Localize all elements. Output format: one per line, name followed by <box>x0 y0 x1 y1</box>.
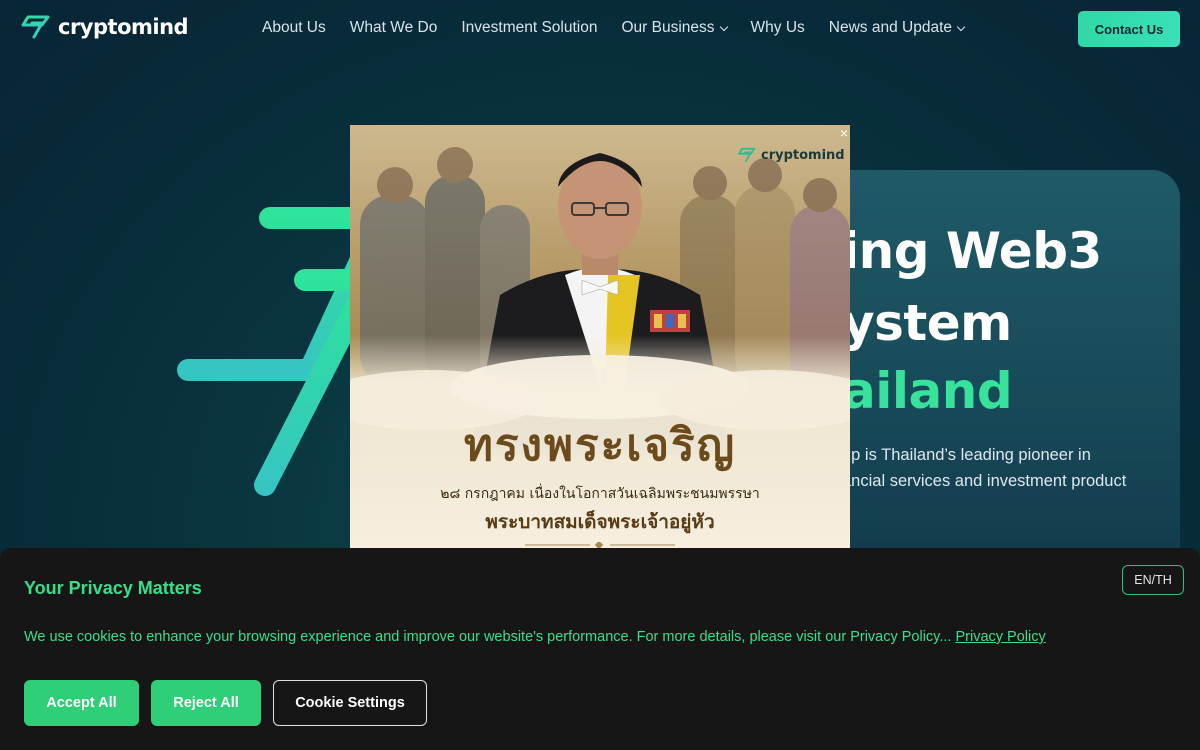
nav-what-we-do[interactable]: What We Do <box>350 19 438 37</box>
brand-name: cryptomind <box>58 15 189 39</box>
cryptomind-logo-icon <box>738 147 756 163</box>
announcement-popup: cryptomind ทรงพระเจริญ ๒๘ กรกฎาคม เนื่อง… <box>350 125 850 548</box>
accept-all-button[interactable]: Accept All <box>24 680 139 726</box>
cookie-banner-title: Your Privacy Matters <box>24 578 202 598</box>
nav-investment-solution[interactable]: Investment Solution <box>461 19 597 37</box>
privacy-policy-link[interactable]: Privacy Policy <box>955 629 1045 645</box>
language-toggle-button[interactable]: EN/TH <box>1122 565 1184 595</box>
contact-us-button[interactable]: Contact Us <box>1078 11 1180 47</box>
nav-menu: About Us What We Do Investment Solution … <box>262 19 988 37</box>
cookie-banner-text: We use cookies to enhance your browsing … <box>24 629 1046 645</box>
hero-headline-line-3: ailand <box>842 362 1013 420</box>
nav-label: What We Do <box>349 19 438 36</box>
popup-brand-name: cryptomind <box>761 147 845 163</box>
popup-royal-name: พระบาทสมเด็จพระเจ้าอยู่หัว <box>485 511 715 533</box>
hero-description: up is Thailand’s leading pioneer in anci… <box>842 442 1142 494</box>
reject-all-button[interactable]: Reject All <box>151 680 261 726</box>
nav-why-us[interactable]: Why Us <box>751 19 805 37</box>
nav-our-business[interactable]: Our Business <box>621 19 728 37</box>
chevron-down-icon <box>719 22 728 31</box>
nav-label: Our Business <box>621 19 715 36</box>
chevron-down-icon <box>956 22 966 31</box>
cookie-consent-banner: Your Privacy Matters EN/TH We use cookie… <box>0 548 1200 750</box>
top-navigation: cryptomind About Us What We Do Investmen… <box>0 0 1200 58</box>
hero-description-line-2: ancial services and investment product <box>842 472 1127 490</box>
nav-news-and-update[interactable]: News and Update <box>828 19 966 37</box>
popup-brand-logo: cryptomind <box>737 147 845 163</box>
nav-about-us[interactable]: About Us <box>262 19 326 37</box>
nav-label: Investment Solution <box>461 19 598 36</box>
cookie-text-body: We use cookies to enhance your browsing … <box>24 629 956 645</box>
popup-subtitle: ๒๘ กรกฎาคม เนื่องในโอกาสวันเฉลิมพระชนมพร… <box>440 486 760 502</box>
hero-headline-line-2: ystem <box>842 294 1012 352</box>
nav-label: About Us <box>262 19 326 36</box>
popup-title: ทรงพระเจริญ <box>463 420 737 471</box>
nav-label: News and Update <box>828 19 952 36</box>
nav-label: Why Us <box>750 19 805 36</box>
hero-description-line-1: up is Thailand’s leading pioneer in <box>842 446 1091 464</box>
cookie-settings-button[interactable]: Cookie Settings <box>273 680 427 726</box>
cryptomind-logo-icon <box>21 15 50 39</box>
brand-logo[interactable]: cryptomind <box>20 14 189 40</box>
popup-close-button[interactable]: × <box>838 126 850 140</box>
hero-headline-line-1: ing Web3 <box>842 222 1102 280</box>
